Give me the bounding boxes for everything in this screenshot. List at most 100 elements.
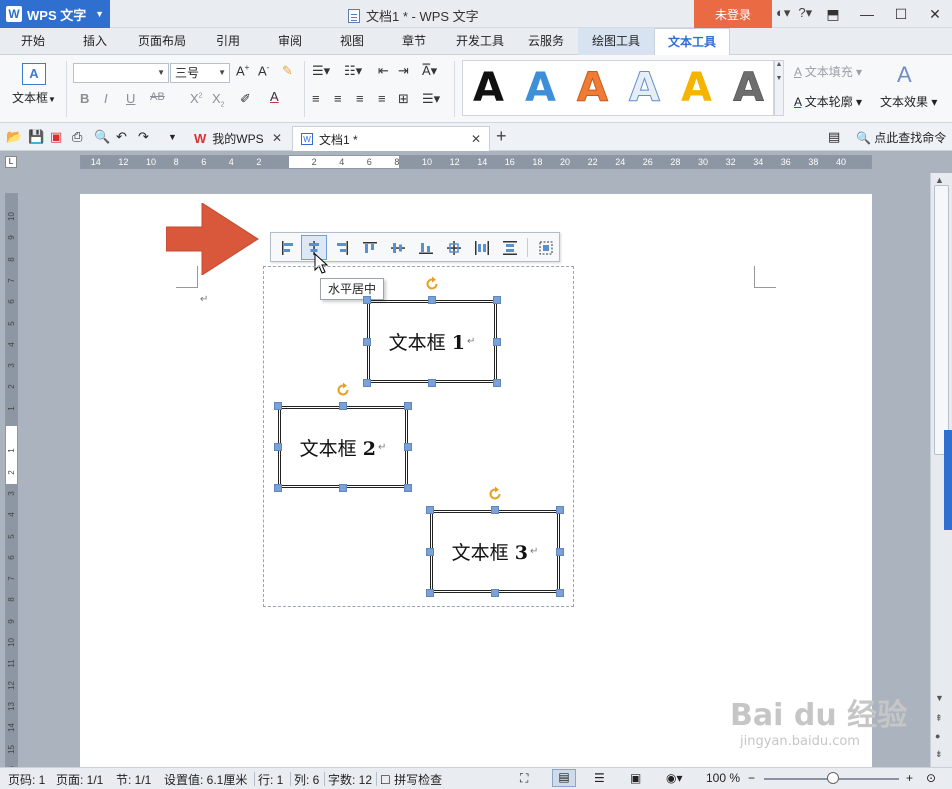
text-outline-button[interactable]: A 文本轮廓 ▾ (794, 93, 862, 110)
tab-insert[interactable]: 插入 (70, 28, 120, 55)
rotate-handle-icon[interactable] (487, 486, 503, 502)
subscript-icon[interactable]: X2 (212, 91, 225, 109)
style-preset-2[interactable]: A (525, 63, 556, 113)
distribute-horizontal-button[interactable] (469, 235, 495, 260)
browse-object-icon[interactable]: ● (935, 731, 940, 741)
resize-handle[interactable] (491, 506, 499, 514)
resize-handle[interactable] (274, 402, 282, 410)
tab-stop-selector[interactable]: L (5, 156, 17, 168)
eye-protect-icon[interactable]: ◉▾ (666, 771, 683, 785)
decrease-indent-icon[interactable]: ⇤ (378, 63, 389, 79)
zoom-slider-thumb[interactable] (827, 772, 839, 784)
tab-list-icon[interactable]: ▤ (828, 129, 840, 145)
superscript-icon[interactable]: X2 (190, 91, 203, 106)
resize-handle[interactable] (404, 443, 412, 451)
maximize-button[interactable]: ☐ (884, 0, 918, 28)
close-tab-icon[interactable]: ✕ (471, 132, 481, 146)
find-command[interactable]: 🔍 点此查找命令 (856, 129, 946, 146)
align-page-center-button[interactable] (441, 235, 467, 260)
resize-handle[interactable] (493, 379, 501, 387)
open-icon[interactable]: 📂 (6, 129, 22, 145)
underline-icon[interactable]: U (126, 91, 135, 106)
close-tab-icon[interactable]: ✕ (272, 131, 282, 145)
tab-developer[interactable]: 开发工具 (448, 28, 512, 55)
text-fill-button[interactable]: A 文本填充 ▾ (794, 63, 862, 80)
text-box-2[interactable]: 文本框 2 ↵ (278, 406, 408, 488)
zoom-in-icon[interactable]: + (906, 771, 913, 785)
align-left-icon[interactable]: ≡ (312, 91, 320, 106)
help-icon[interactable]: ?▾ (798, 5, 812, 21)
distribute-icon[interactable]: ⊞ (398, 91, 409, 107)
strikethrough-icon[interactable]: AB (150, 91, 165, 103)
gallery-scroll[interactable]: ▲ ▼ (774, 60, 784, 116)
align-center-icon[interactable]: ≡ (334, 91, 342, 106)
font-color-icon[interactable]: A (270, 89, 279, 104)
new-tab-icon[interactable]: + (496, 126, 507, 147)
app-menu-button[interactable]: W WPS 文字 ▼ (0, 0, 110, 28)
tab-home[interactable]: 开始 (8, 28, 58, 55)
resize-handle[interactable] (493, 296, 501, 304)
font-size-combo[interactable]: 三号 ▼ (170, 63, 230, 83)
resize-handle[interactable] (556, 506, 564, 514)
customize-chevron-icon[interactable]: ▼ (168, 132, 177, 142)
group-button[interactable] (533, 235, 559, 260)
scroll-thumb[interactable] (934, 185, 949, 455)
zoom-level[interactable]: 100 % (706, 771, 740, 785)
redo-icon[interactable]: ↷ (138, 129, 149, 145)
print-preview-icon[interactable]: 🔍 (94, 129, 110, 145)
bullets-icon[interactable]: ☰▾ (312, 63, 330, 79)
tab-document-1[interactable]: W 文档1 * ✕ (292, 126, 490, 151)
align-left-button[interactable] (275, 235, 301, 260)
scroll-down-icon[interactable]: ▼ (935, 693, 944, 703)
tab-my-wps[interactable]: W 我的WPS ✕ (186, 126, 290, 151)
resize-handle[interactable] (426, 589, 434, 597)
highlight-icon[interactable]: ✐ (240, 91, 251, 107)
fullscreen-icon[interactable]: ⛶ (520, 771, 528, 786)
resize-handle[interactable] (274, 443, 282, 451)
grow-font-icon[interactable]: A+ (236, 63, 249, 78)
rotate-handle-icon[interactable] (424, 276, 440, 292)
rotate-handle-icon[interactable] (335, 382, 351, 398)
scroll-up-icon[interactable]: ▲ (935, 175, 944, 185)
tab-text-tools[interactable]: 文本工具 (654, 28, 730, 56)
resize-handle[interactable] (404, 484, 412, 492)
next-page-icon[interactable]: ⇟ (935, 749, 943, 760)
font-size-style-icon[interactable]: A̿▾ (422, 63, 437, 79)
resize-handle[interactable] (363, 296, 371, 304)
style-preset-1[interactable]: A (473, 63, 504, 113)
italic-icon[interactable]: I (104, 91, 108, 106)
save-icon[interactable]: 💾 (28, 129, 44, 145)
tab-drawing-tools[interactable]: 绘图工具 (578, 28, 654, 55)
align-bottom-button[interactable] (413, 235, 439, 260)
resize-handle[interactable] (426, 547, 434, 556)
distribute-vertical-button[interactable] (497, 235, 523, 260)
resize-handle[interactable] (556, 547, 564, 556)
tab-view[interactable]: 视图 (328, 28, 376, 55)
textbox-button[interactable]: A 文本框▼ (8, 61, 60, 106)
style-preset-5[interactable]: A (681, 63, 712, 113)
text-box-1[interactable]: 文本框 1 ↵ (367, 300, 497, 383)
resize-handle[interactable] (274, 484, 282, 492)
clear-format-icon[interactable]: ✎ (282, 63, 293, 79)
web-view-icon[interactable]: ▣ (630, 771, 641, 785)
tab-review[interactable]: 审阅 (266, 28, 314, 55)
style-preset-3[interactable]: A (577, 63, 609, 113)
resize-handle[interactable] (404, 402, 412, 410)
font-name-combo[interactable]: ▼ (73, 63, 169, 83)
status-words[interactable]: 字数: 12 (328, 771, 372, 788)
spell-check-button[interactable]: ☐ 拼写检查 (380, 771, 442, 788)
style-preset-4[interactable]: A (629, 63, 661, 113)
align-right-button[interactable] (329, 235, 355, 260)
resize-handle[interactable] (363, 337, 371, 346)
print-icon[interactable]: ⎙ (72, 129, 82, 145)
increase-indent-icon[interactable]: ⇥ (398, 63, 409, 79)
outline-view-icon[interactable]: ☰ (594, 771, 605, 785)
bold-icon[interactable]: B (80, 91, 89, 106)
numbering-icon[interactable]: ☷▾ (344, 63, 362, 79)
style-preset-6[interactable]: A (733, 63, 764, 113)
justify-icon[interactable]: ≡ (378, 91, 386, 106)
resize-handle[interactable] (339, 402, 347, 410)
line-spacing-icon[interactable]: ☰▾ (422, 91, 440, 107)
zoom-out-icon[interactable]: − (748, 771, 755, 785)
resize-handle[interactable] (428, 296, 436, 304)
